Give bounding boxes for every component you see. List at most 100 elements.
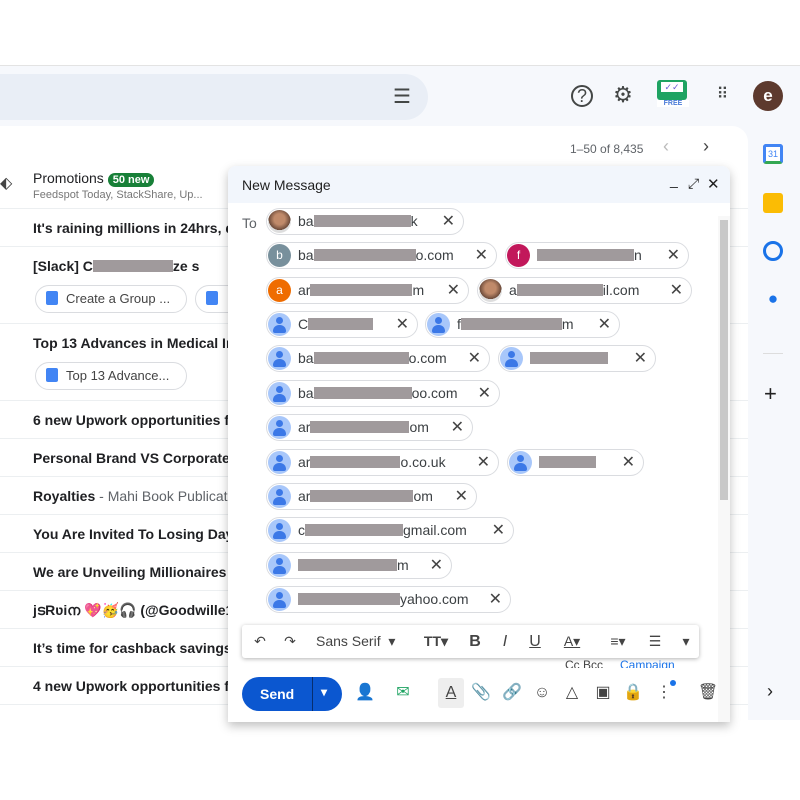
keep-icon[interactable] xyxy=(763,193,783,213)
contacts-icon[interactable]: ● xyxy=(763,289,783,309)
remove-recipient-icon[interactable]: ✕ xyxy=(478,381,491,406)
send-button[interactable]: Send ▾ xyxy=(242,677,342,711)
discard-icon[interactable]: 🗑 xyxy=(695,678,721,708)
link-icon[interactable]: 🔗 xyxy=(499,678,525,708)
email-suffix: om xyxy=(409,419,429,435)
bold-icon[interactable]: B xyxy=(465,625,485,658)
recipient-chip[interactable]: ✕ xyxy=(498,345,656,372)
minimize-icon[interactable]: _ xyxy=(670,172,678,188)
expand-panel-icon[interactable]: › xyxy=(767,681,773,702)
text-color-icon[interactable]: A▾ xyxy=(554,625,590,658)
recipient-chip[interactable]: fm ✕ xyxy=(425,311,620,338)
more-formatting-icon[interactable]: ▾ xyxy=(676,625,696,658)
attachment-chip[interactable]: Create a Group ... xyxy=(35,285,187,313)
apps-grid-icon[interactable]: ⠿ xyxy=(708,81,736,109)
remove-recipient-icon[interactable]: ✕ xyxy=(598,312,611,337)
track-icon[interactable]: 👤 xyxy=(352,678,378,708)
email-prefix: a xyxy=(509,282,517,298)
remove-recipient-icon[interactable]: ✕ xyxy=(489,587,502,612)
recipient-chip[interactable]: f n ✕ xyxy=(505,242,689,269)
prev-page-button[interactable]: ‹ xyxy=(663,136,669,157)
recipient-chip[interactable]: ar om ✕ xyxy=(266,483,477,510)
recipient-email: ar m xyxy=(298,278,424,303)
remove-recipient-icon[interactable]: ✕ xyxy=(451,415,464,440)
search-bar[interactable]: ☰ xyxy=(0,74,428,120)
redo-icon[interactable]: ↷ xyxy=(278,625,302,658)
recipient-chip[interactable]: a ar m ✕ xyxy=(266,277,469,304)
remove-recipient-icon[interactable]: ✕ xyxy=(667,243,680,268)
recipient-chip[interactable]: m ✕ xyxy=(266,552,452,579)
recipient-chip[interactable]: C ✕ xyxy=(266,311,418,338)
recipient-email: ba k xyxy=(298,209,418,234)
recipient-chip[interactable]: yahoo.com ✕ xyxy=(266,586,511,613)
remove-recipient-icon[interactable]: ✕ xyxy=(670,278,683,303)
redaction xyxy=(310,490,414,502)
recipient-chip[interactable]: ba oo.com ✕ xyxy=(266,380,500,407)
remove-recipient-icon[interactable]: ✕ xyxy=(492,518,505,543)
add-addon-icon[interactable]: + xyxy=(764,381,777,407)
help-icon[interactable]: ? xyxy=(571,85,593,107)
send-options-icon[interactable]: ▾ xyxy=(321,685,327,699)
remove-recipient-icon[interactable]: ✕ xyxy=(477,450,490,475)
calendar-icon[interactable]: 31 xyxy=(763,144,783,164)
drive-icon[interactable]: △ xyxy=(559,678,585,708)
attachment-chip[interactable]: Top 13 Advance... xyxy=(35,362,187,390)
remove-recipient-icon[interactable]: ✕ xyxy=(468,346,481,371)
recipient-chip[interactable]: b ba o.com ✕ xyxy=(266,242,497,269)
font-select[interactable]: Sans Serif ▾ xyxy=(316,625,402,658)
recipient-avatar xyxy=(500,347,523,370)
remove-recipient-icon[interactable]: ✕ xyxy=(442,209,455,234)
email-prefix: ar xyxy=(298,419,311,435)
remove-recipient-icon[interactable]: ✕ xyxy=(430,553,443,578)
compose-scrollbar[interactable] xyxy=(718,216,730,722)
redaction xyxy=(537,249,634,261)
fullscreen-icon[interactable]: ⤢ xyxy=(688,175,699,192)
font-size-icon[interactable]: TT▾ xyxy=(418,625,454,658)
text-format-icon[interactable]: A xyxy=(438,678,464,708)
gear-icon[interactable]: ⚙ xyxy=(609,81,637,109)
confidential-icon[interactable]: 🔒 xyxy=(620,678,646,708)
redaction xyxy=(310,456,401,468)
email-suffix: il.com xyxy=(602,282,640,298)
photo-icon[interactable]: ▣ xyxy=(590,678,616,708)
cc-bcc-link[interactable]: Cc Bcc xyxy=(565,658,603,668)
remove-recipient-icon[interactable]: ✕ xyxy=(396,312,409,337)
redaction xyxy=(313,387,412,399)
recipient-email xyxy=(539,450,596,475)
remove-recipient-icon[interactable]: ✕ xyxy=(475,243,488,268)
recipient-email: ar om xyxy=(298,415,429,440)
email-suffix: m xyxy=(561,316,574,332)
redaction xyxy=(92,260,173,272)
recipient-chip[interactable]: ba k ✕ xyxy=(266,208,464,235)
next-page-button[interactable]: › xyxy=(703,136,709,157)
remove-recipient-icon[interactable]: ✕ xyxy=(634,346,647,371)
redaction xyxy=(305,524,403,536)
extension-icon[interactable]: ✓✓ FREE xyxy=(657,80,689,112)
recipient-email: c gmail.com xyxy=(298,518,467,543)
redaction xyxy=(460,318,562,330)
email-suffix: yahoo.com xyxy=(400,591,469,607)
italic-icon[interactable]: I xyxy=(495,625,515,658)
undo-icon[interactable]: ↶ xyxy=(248,625,272,658)
recipient-chip[interactable]: a il.com ✕ xyxy=(477,277,692,304)
recipient-avatar xyxy=(268,451,291,474)
tune-icon[interactable]: ☰ xyxy=(388,83,416,111)
attach-icon[interactable]: 📎 xyxy=(468,678,494,708)
remove-recipient-icon[interactable]: ✕ xyxy=(622,450,635,475)
align-icon[interactable]: ≡▾ xyxy=(600,625,636,658)
emoji-icon[interactable]: ☺ xyxy=(529,678,555,708)
recipient-chip[interactable]: ar o.co.uk ✕ xyxy=(266,449,499,476)
recipient-chip[interactable]: c gmail.com ✕ xyxy=(266,517,514,544)
campaign-link[interactable]: Campaign xyxy=(620,658,675,668)
avatar[interactable]: e xyxy=(753,81,783,111)
remove-recipient-icon[interactable]: ✕ xyxy=(447,278,460,303)
recipient-chip[interactable]: ✕ xyxy=(507,449,644,476)
underline-icon[interactable]: U xyxy=(525,625,545,658)
numbered-list-icon[interactable]: ☰ xyxy=(644,625,666,658)
remove-recipient-icon[interactable]: ✕ xyxy=(455,484,468,509)
recipient-chip[interactable]: ba o.com ✕ xyxy=(266,345,490,372)
close-icon[interactable]: ✕ xyxy=(707,175,720,193)
extension-mail-icon[interactable]: ✉ xyxy=(390,678,416,708)
recipient-chip[interactable]: ar om ✕ xyxy=(266,414,473,441)
tasks-icon[interactable] xyxy=(763,241,783,261)
